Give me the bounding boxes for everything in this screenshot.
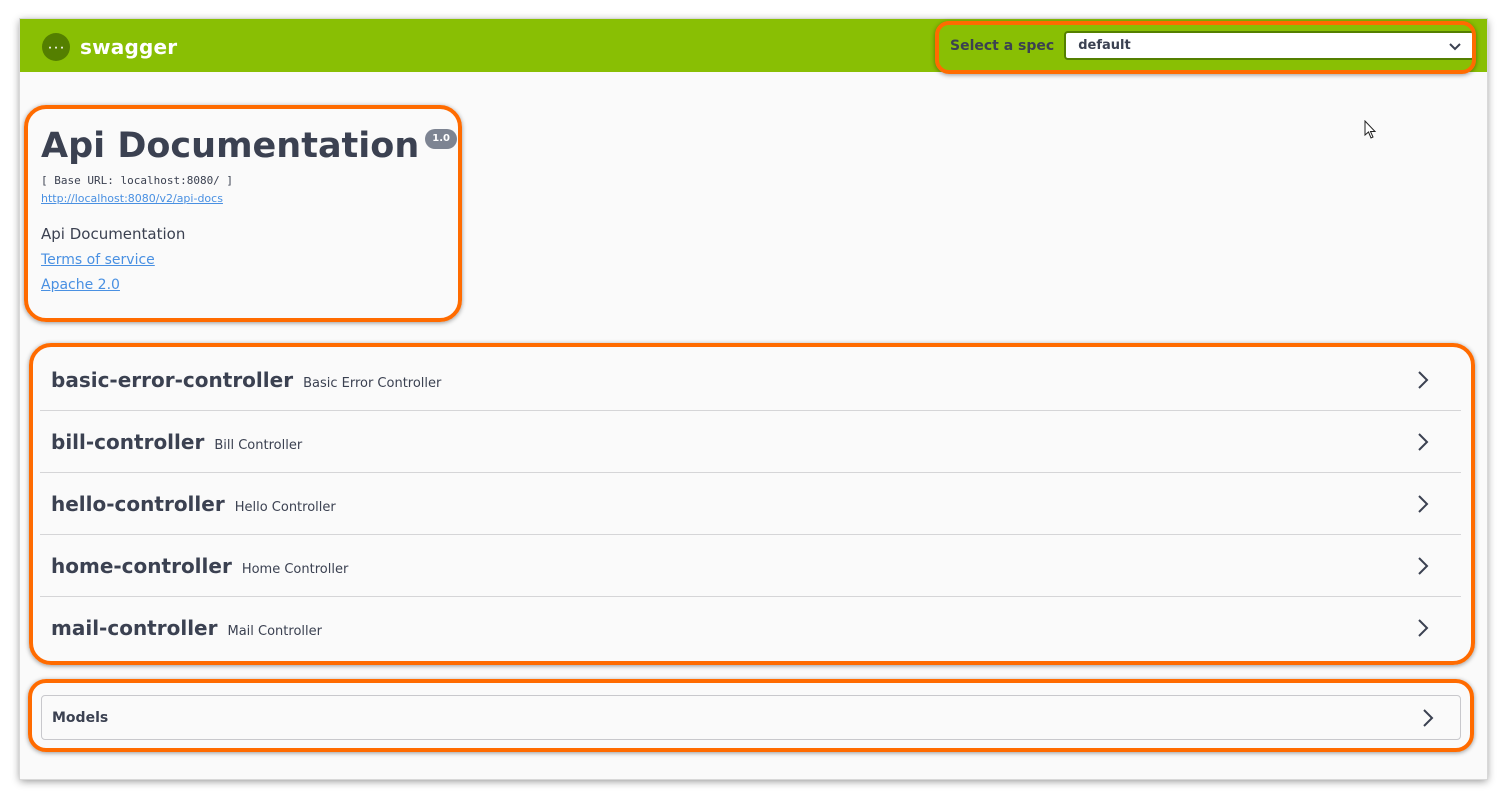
highlight-models — [28, 679, 1474, 752]
svg-text:{···}: {···} — [47, 43, 65, 54]
highlight-api-info — [24, 105, 462, 322]
brand-name: swagger — [80, 35, 178, 59]
highlight-spec-selector — [935, 21, 1476, 74]
mouse-cursor-icon — [1364, 120, 1377, 139]
swagger-logo-icon: {···} — [42, 33, 70, 61]
swagger-brand[interactable]: {···} swagger — [42, 33, 177, 61]
highlight-controllers — [29, 343, 1475, 665]
